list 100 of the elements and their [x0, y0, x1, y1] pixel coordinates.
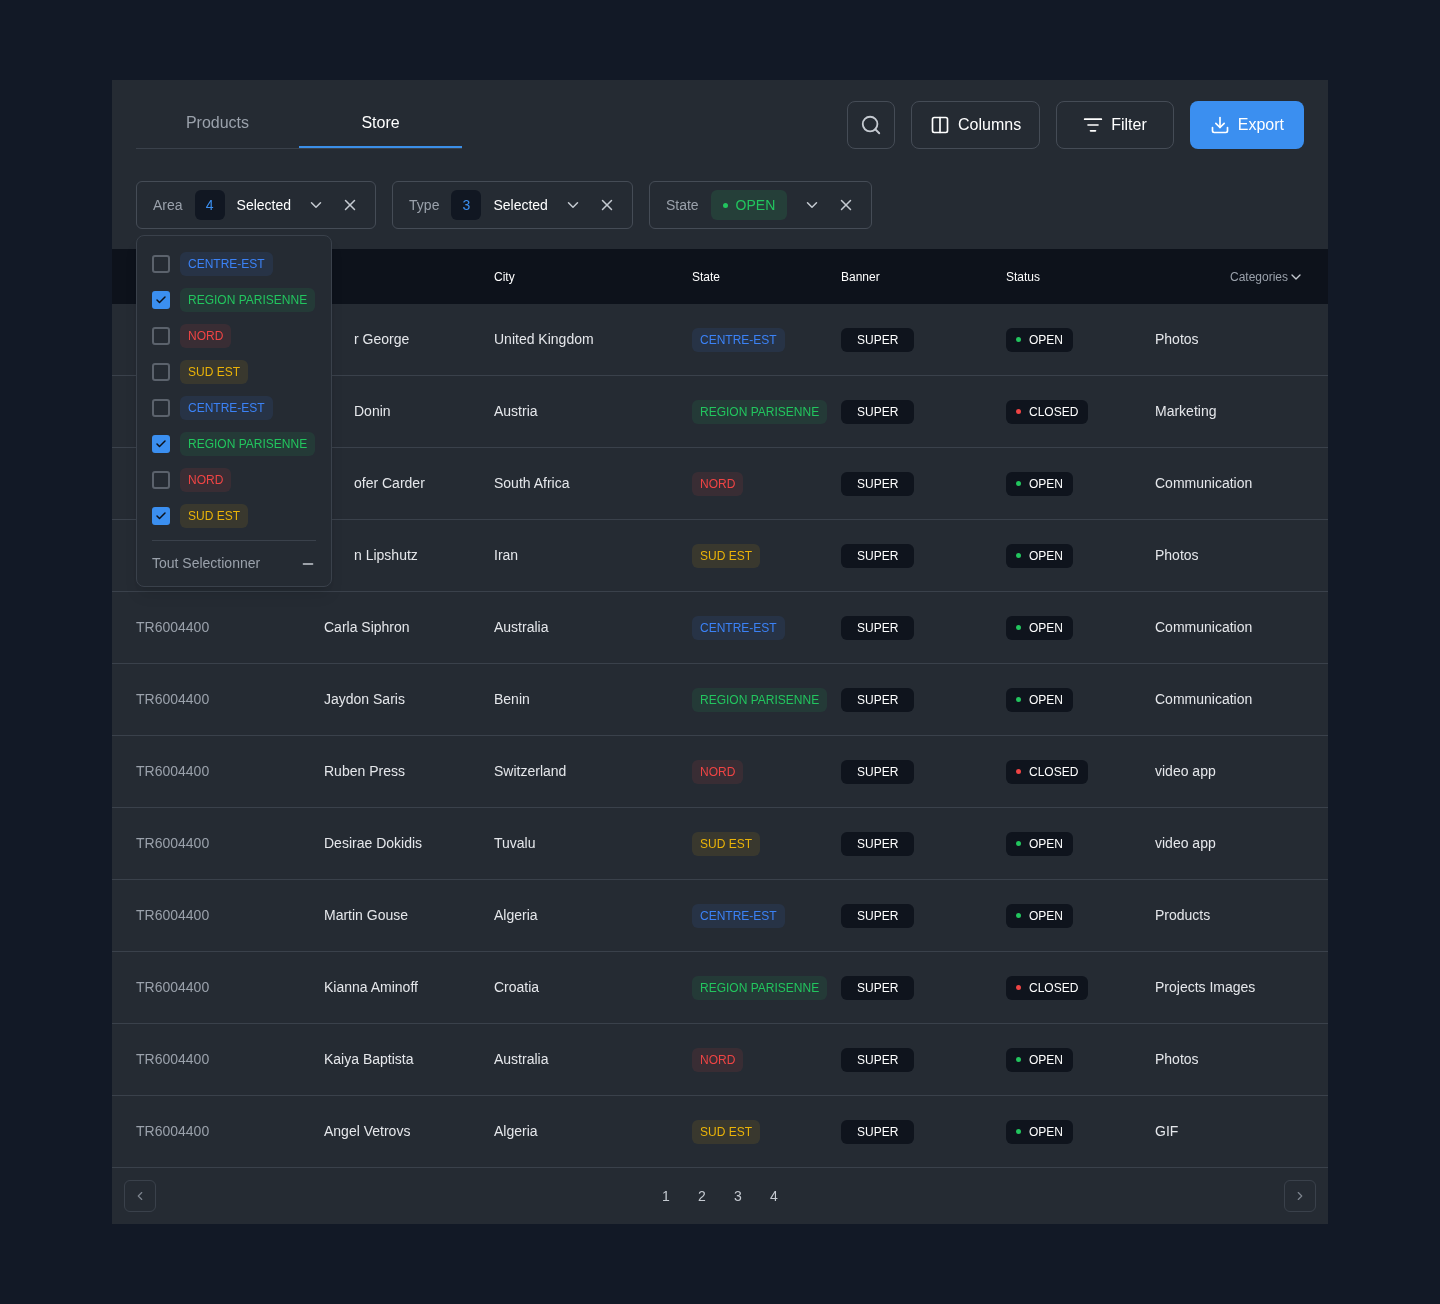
columns-button[interactable]: Columns — [911, 100, 1041, 149]
select-all-label[interactable]: Tout Selectionner — [152, 553, 261, 574]
table-cell: TR6004400 — [136, 907, 210, 923]
banner-tag: SUPER — [841, 759, 915, 784]
status-tag: OPEN — [1006, 327, 1073, 352]
table-cell: Switzerland — [494, 763, 567, 779]
table-cell: Algeria — [494, 907, 538, 923]
region-option: REGION PARISENNE — [180, 432, 316, 456]
table-cell: Croatia — [494, 979, 540, 995]
table-cell: TR6004400 — [136, 835, 210, 851]
banner-tag: SUPER — [841, 327, 915, 352]
region-tag: CENTRE-EST — [692, 615, 785, 640]
filter-chip[interactable]: Type 3 Selected — [392, 181, 633, 229]
region-option: CENTRE-EST — [180, 252, 273, 276]
tab[interactable]: Store — [299, 100, 462, 148]
banner-tag: SUPER — [841, 471, 915, 496]
table-cell: Australia — [494, 1051, 549, 1067]
page-link[interactable]: 1 — [659, 1185, 673, 1207]
table-cell: Projects Images — [1155, 979, 1256, 995]
table-cell: Carla Siphron — [324, 619, 410, 635]
table-cell: Kianna Aminoff — [324, 979, 418, 995]
region-tag: REGION PARISENNE — [692, 975, 828, 1000]
status-tag: OPEN — [1006, 1047, 1073, 1072]
count-badge: 4 — [194, 190, 225, 220]
column-header: Status — [1006, 269, 1041, 284]
table-cell: ofer Carder — [354, 475, 425, 491]
region-tag: NORD — [692, 471, 744, 496]
banner-tag: SUPER — [841, 615, 915, 640]
download-icon — [1209, 114, 1230, 135]
status-tag: CLOSED — [1006, 759, 1089, 784]
table-cell: South Africa — [494, 475, 570, 491]
table-cell: Photos — [1155, 1051, 1199, 1067]
filter-button[interactable]: Filter — [1056, 100, 1174, 149]
table-cell: Photos — [1155, 331, 1199, 347]
checkbox[interactable] — [152, 471, 170, 489]
table-cell: Desirae Dokidis — [324, 835, 423, 851]
status-tag: OPEN — [1006, 687, 1073, 712]
filter-chip[interactable]: State OPEN — [648, 181, 873, 229]
page-link[interactable]: 2 — [695, 1185, 709, 1207]
check-icon — [155, 510, 167, 522]
banner-tag: SUPER — [841, 903, 915, 928]
table-cell: TR6004400 — [136, 691, 210, 707]
table-cell: Photos — [1155, 547, 1199, 563]
table-cell: TR6004400 — [136, 979, 210, 995]
table-cell: r George — [354, 331, 410, 347]
banner-tag: SUPER — [841, 687, 915, 712]
banner-tag: SUPER — [841, 399, 915, 424]
search-button[interactable] — [847, 100, 896, 149]
check-icon — [155, 438, 167, 450]
filter-label: State — [665, 195, 699, 215]
table-cell: Algeria — [494, 1123, 538, 1139]
checkbox[interactable] — [152, 255, 170, 273]
status-tag: OPEN — [1006, 543, 1073, 568]
table-cell: video app — [1155, 835, 1216, 851]
table-cell: Tuvalu — [494, 835, 536, 851]
table-cell: TR6004400 — [136, 1051, 210, 1067]
region-tag: CENTRE-EST — [692, 327, 785, 352]
check-icon — [155, 294, 167, 306]
region-option: NORD — [180, 468, 232, 492]
status-tag: OPEN — [1006, 615, 1073, 640]
table-cell: Angel Vetrovs — [324, 1123, 411, 1139]
page-link[interactable]: 4 — [767, 1185, 781, 1207]
region-tag: CENTRE-EST — [692, 903, 785, 928]
table-cell: Benin — [494, 691, 530, 707]
status-tag: CLOSED — [1006, 975, 1089, 1000]
table-cell: GIF — [1155, 1123, 1179, 1139]
banner-tag: SUPER — [841, 543, 915, 568]
table-cell: Communication — [1155, 475, 1253, 491]
region-tag: NORD — [692, 759, 744, 784]
status-tag: CLOSED — [1006, 399, 1089, 424]
checkbox[interactable] — [152, 399, 170, 417]
region-option: SUD EST — [180, 360, 248, 384]
region-option: REGION PARISENNE — [180, 288, 316, 312]
checkbox[interactable] — [152, 363, 170, 381]
status-tag: OPEN — [1006, 903, 1073, 928]
checkbox[interactable] — [152, 507, 170, 525]
page-link[interactable]: 3 — [731, 1185, 745, 1207]
table-cell: TR6004400 — [136, 1123, 210, 1139]
status-tag: OPEN — [1006, 831, 1073, 856]
table-cell: Austria — [494, 403, 538, 419]
state-tag: OPEN — [710, 190, 788, 220]
checkbox[interactable] — [152, 291, 170, 309]
table-cell: Martin Gouse — [324, 907, 409, 923]
region-tag: SUD EST — [692, 543, 760, 568]
status-tag: OPEN — [1006, 1119, 1073, 1144]
filter-chip[interactable]: Area 4 Selected — [136, 181, 377, 229]
region-tag: NORD — [692, 1047, 744, 1072]
status-tag: OPEN — [1006, 471, 1073, 496]
checkbox[interactable] — [152, 435, 170, 453]
table-cell: Kaiya Baptista — [324, 1051, 414, 1067]
region-option: CENTRE-EST — [180, 396, 273, 420]
table-cell: TR6004400 — [136, 619, 210, 635]
table-cell: Ruben Press — [324, 763, 405, 779]
checkbox[interactable] — [152, 327, 170, 345]
tab[interactable]: Products — [136, 100, 299, 148]
filter-label: Type — [409, 195, 440, 215]
table-cell: Australia — [494, 619, 549, 635]
region-option: NORD — [180, 324, 232, 348]
filter-label: Area — [153, 195, 183, 215]
table-cell: Jaydon Saris — [324, 691, 405, 707]
